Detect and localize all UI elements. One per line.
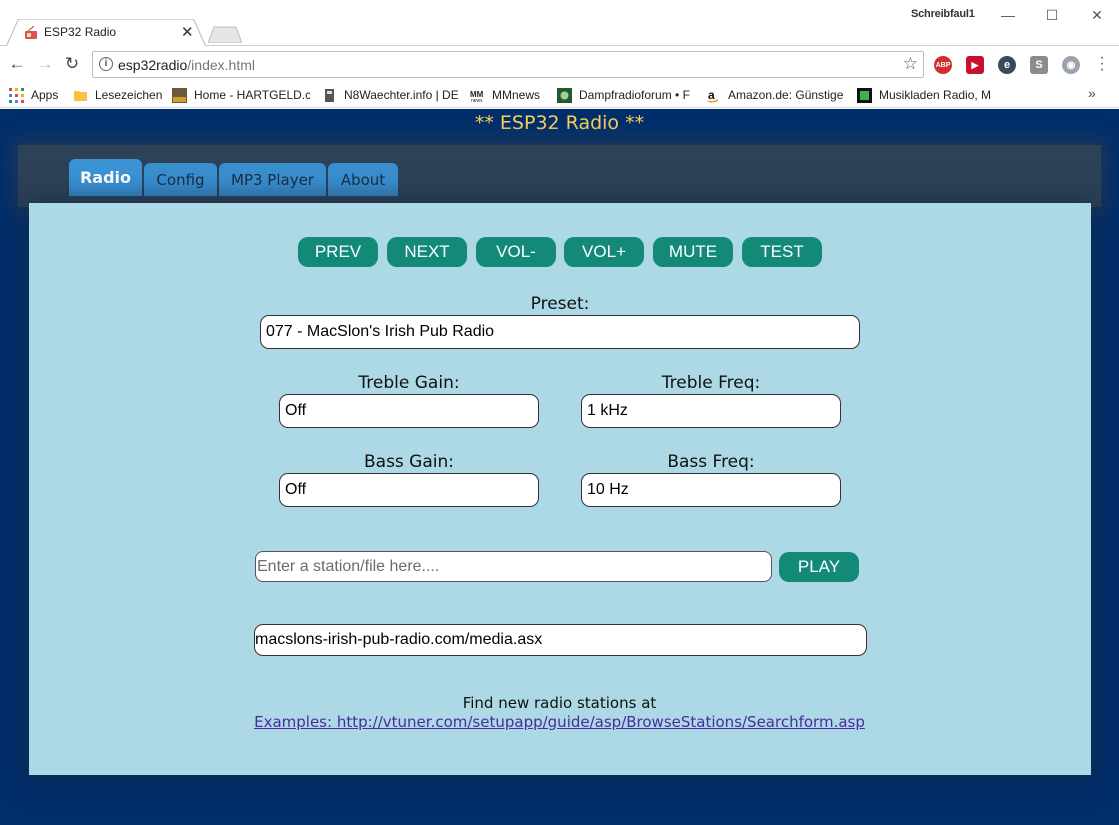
preset-select[interactable]: 077 - MacSlon's Irish Pub Radio (260, 315, 860, 349)
apps-grid-icon (9, 87, 24, 103)
ghostery-extension-icon[interactable]: e (998, 56, 1016, 74)
back-arrow-icon[interactable]: ← (7, 54, 27, 74)
new-tab-button[interactable] (208, 26, 242, 43)
volume-down-button[interactable]: VOL- (476, 237, 556, 267)
video-extension-icon[interactable]: ▶ (966, 56, 984, 74)
bass-freq-select[interactable]: 10 Hz (581, 473, 841, 507)
dampfradio-icon (557, 87, 572, 103)
forward-arrow-icon[interactable]: → (35, 54, 55, 74)
radio-favicon-icon (25, 26, 37, 39)
maximize-icon[interactable]: ☐ (1037, 4, 1067, 26)
close-window-icon[interactable]: ✕ (1082, 4, 1112, 26)
url-text: esp32radio/index.html (118, 57, 255, 73)
tab-radio[interactable]: Radio (69, 159, 142, 196)
bookmark-label: Lesezeichen (95, 88, 163, 102)
svg-text:a: a (708, 88, 715, 102)
bookmark-apps[interactable]: Apps (9, 86, 64, 104)
bass-gain-label: Bass Gain: (363, 452, 454, 472)
find-stations-text: Find new radio stations at (462, 694, 657, 712)
s-extension-icon[interactable]: S (1030, 56, 1048, 74)
amazon-icon: a (707, 88, 719, 102)
address-bar[interactable]: i esp32radio/index.html ☆ (92, 51, 924, 78)
treble-gain-label: Treble Gain: (358, 373, 460, 393)
bass-freq-label: Bass Freq: (667, 452, 755, 472)
tab-close-icon[interactable]: ✕ (181, 23, 194, 41)
minimize-icon[interactable]: — (993, 4, 1023, 26)
bookmark-label: N8Waechter.info | DE (344, 88, 458, 102)
info-icon[interactable]: i (99, 57, 113, 71)
play-button[interactable]: PLAY (779, 552, 859, 582)
tab-about[interactable]: About (328, 163, 398, 196)
tab-title: ESP32 Radio (44, 25, 117, 39)
folder-icon (74, 90, 87, 101)
musikladen-icon (857, 87, 872, 103)
hartgeld-icon (172, 87, 187, 103)
eye-extension-icon[interactable]: ◉ (1062, 56, 1080, 74)
stream-url-display: macslons-irish-pub-radio.com/media.asx (254, 624, 867, 656)
bookmarks-more-icon[interactable]: » (1088, 85, 1096, 101)
treble-gain-select[interactable]: Off (279, 394, 539, 428)
radio-panel (29, 203, 1091, 775)
bookmark-lesezeichen[interactable]: Lesezeichen (73, 86, 163, 104)
reload-icon[interactable]: ↻ (62, 54, 82, 74)
bookmark-label: Amazon.de: Günstige (728, 88, 844, 102)
bookmark-label: MMnews (492, 88, 541, 102)
treble-freq-label: Treble Freq: (661, 373, 761, 393)
bookmark-label: Home - HARTGELD.co (194, 88, 310, 102)
bookmark-amazon[interactable]: a Amazon.de: Günstige (706, 86, 846, 104)
station-input[interactable] (255, 551, 772, 582)
adblock-extension-icon[interactable]: ABP (934, 56, 952, 74)
n8waechter-icon (325, 88, 334, 102)
mmnews-icon: MMnews (470, 90, 484, 103)
profile-name[interactable]: Schreibfaul1 (911, 8, 975, 20)
preset-label: Preset: (530, 294, 590, 314)
bookmark-mmnews[interactable]: MM news MMnews (470, 86, 550, 104)
tab-config[interactable]: Config (144, 163, 217, 196)
page-title: ** ESP32 Radio ** (474, 112, 645, 134)
prev-button[interactable]: PREV (298, 237, 378, 267)
treble-freq-select[interactable]: 1 kHz (581, 394, 841, 428)
bookmark-label: Musikladen Radio, M (879, 88, 992, 102)
test-button[interactable]: TEST (742, 237, 822, 267)
bookmark-star-icon[interactable]: ☆ (903, 54, 918, 74)
bookmark-dampfradioforum[interactable]: Dampfradioforum • F (557, 86, 692, 104)
bookmark-n8waechter[interactable]: N8Waechter.info | DE (322, 86, 458, 104)
browser-menu-icon[interactable]: · · · (1097, 50, 1107, 78)
bookmark-label: Dampfradioforum • F (579, 88, 690, 102)
bass-gain-select[interactable]: Off (279, 473, 539, 507)
mute-button[interactable]: MUTE (653, 237, 733, 267)
bookmark-musikladen[interactable]: Musikladen Radio, M (857, 86, 993, 104)
next-button[interactable]: NEXT (387, 237, 467, 267)
svg-text:news: news (471, 98, 483, 103)
bookmark-label: Apps (31, 88, 59, 102)
bookmark-hartgeld[interactable]: Home - HARTGELD.co (172, 86, 310, 104)
volume-up-button[interactable]: VOL+ (564, 237, 644, 267)
vtuner-link[interactable]: Examples: http://vtuner.com/setupapp/gui… (0, 713, 1119, 731)
tab-mp3-player[interactable]: MP3 Player (219, 163, 326, 196)
